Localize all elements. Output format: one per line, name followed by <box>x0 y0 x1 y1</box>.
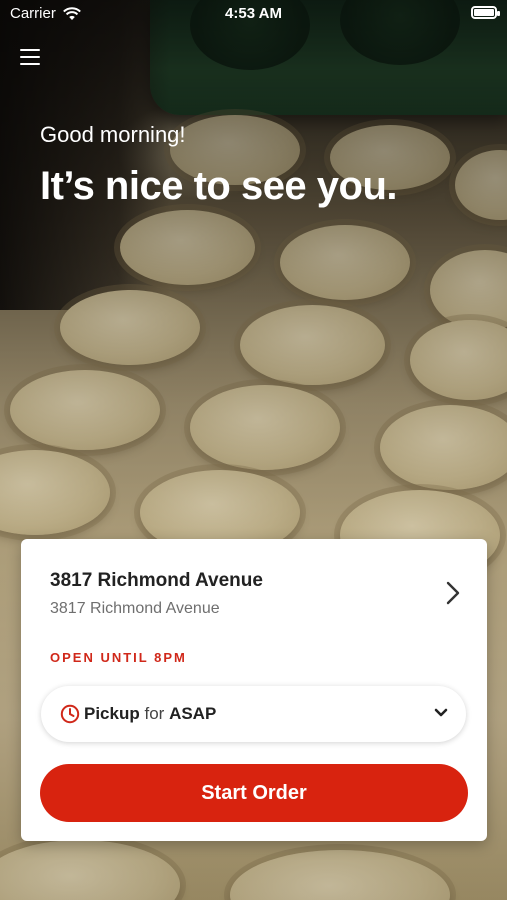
open-status-label: OPEN UNTIL 8PM <box>50 650 187 665</box>
greeting-text: Good morning! <box>40 122 186 147</box>
status-bar: Carrier 4:53 AM <box>0 0 507 28</box>
location-card: 3817 Richmond Avenue 3817 Richmond Avenu… <box>21 539 487 841</box>
order-mode-label: Pickup for ASAP <box>84 704 216 724</box>
location-selector[interactable]: 3817 Richmond Avenue 3817 Richmond Avenu… <box>21 539 487 649</box>
welcome-headline: It’s nice to see you. <box>40 164 398 208</box>
location-name: 3817 Richmond Avenue <box>50 570 263 591</box>
order-time: ASAP <box>169 704 217 723</box>
order-mode-dropdown[interactable]: Pickup for ASAP <box>41 686 466 742</box>
battery-icon <box>471 6 500 19</box>
chevron-down-icon <box>434 708 448 717</box>
order-connector: for <box>144 704 165 723</box>
chevron-right-icon <box>446 581 460 605</box>
location-address: 3817 Richmond Avenue <box>50 600 220 617</box>
order-type: Pickup <box>84 704 140 723</box>
clock-time: 4:53 AM <box>225 5 282 22</box>
start-order-button[interactable]: Start Order <box>40 764 468 822</box>
clock-icon <box>60 704 80 724</box>
hamburger-menu-icon[interactable] <box>20 48 42 68</box>
